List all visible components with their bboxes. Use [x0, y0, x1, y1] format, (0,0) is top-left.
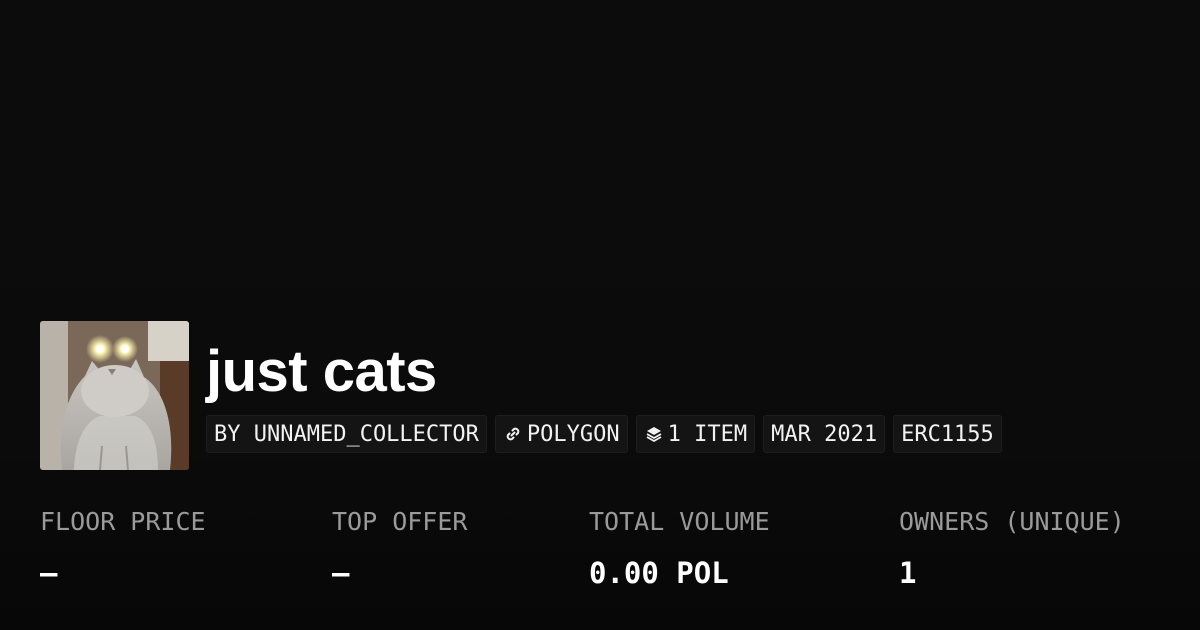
created-date-tag: MAR 2021	[763, 415, 886, 453]
collection-avatar-image	[40, 321, 189, 470]
creator-label: BY UNNAMED_COLLECTOR	[214, 421, 479, 447]
token-standard-label: ERC1155	[901, 421, 994, 447]
collection-tags: BY UNNAMED_COLLECTOR POLYGON 1 ITEM MAR …	[206, 415, 1002, 453]
owners-label: OWNERS (UNIQUE)	[899, 507, 1125, 536]
top-offer-stat: TOP OFFER –	[332, 506, 467, 590]
layers-stack-icon	[646, 427, 662, 442]
top-offer-label: TOP OFFER	[332, 507, 468, 536]
items-tag[interactable]: 1 ITEM	[635, 415, 756, 453]
token-standard-tag: ERC1155	[893, 415, 1002, 453]
collection-card: just cats BY UNNAMED_COLLECTOR POLYGON 1…	[0, 0, 1200, 630]
chain-tag[interactable]: POLYGON	[494, 415, 628, 453]
collection-title: just cats	[206, 339, 437, 404]
owners-value: 1	[899, 556, 917, 590]
total-volume-value: 0.00 POL	[589, 556, 729, 590]
floor-price-stat: FLOOR PRICE –	[40, 506, 206, 590]
items-label: 1 ITEM	[667, 421, 748, 447]
created-date-label: MAR 2021	[771, 421, 878, 447]
owners-stat: OWNERS (UNIQUE) 1	[899, 506, 1125, 590]
total-volume-stat: TOTAL VOLUME 0.00 POL	[589, 506, 770, 590]
chain-link-icon	[506, 427, 520, 441]
total-volume-label: TOTAL VOLUME	[589, 507, 770, 536]
creator-tag[interactable]: BY UNNAMED_COLLECTOR	[206, 415, 487, 453]
cat-photo-icon	[40, 321, 189, 470]
chain-label: POLYGON	[526, 421, 620, 447]
top-offer-value: –	[332, 556, 350, 590]
floor-price-value: –	[40, 556, 58, 590]
floor-price-label: FLOOR PRICE	[40, 507, 206, 536]
